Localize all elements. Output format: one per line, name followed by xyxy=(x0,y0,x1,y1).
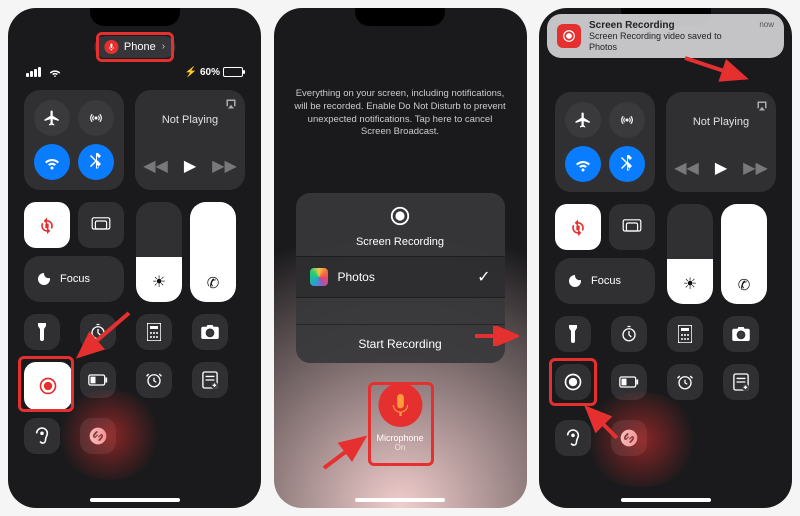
airplay-icon[interactable] xyxy=(756,100,768,112)
brightness-slider[interactable]: ☀ xyxy=(136,202,182,302)
moon-icon xyxy=(36,271,52,287)
calculator-tile[interactable] xyxy=(136,314,172,350)
media-title: Not Playing xyxy=(676,116,766,128)
record-disclaimer: Everything on your screen, including not… xyxy=(294,88,507,139)
media-title: Not Playing xyxy=(145,114,235,126)
rotation-lock-tile[interactable] xyxy=(24,202,70,248)
brightness-icon: ☀ xyxy=(152,272,166,292)
microphone-icon xyxy=(104,40,118,54)
media-player[interactable]: Not Playing ◀◀ ▶ ▶▶ xyxy=(135,90,245,190)
start-recording-button[interactable]: Start Recording xyxy=(296,324,505,363)
play-icon[interactable]: ▶ xyxy=(184,156,196,176)
screen-record-tile[interactable] xyxy=(24,362,72,410)
hearing-tile[interactable] xyxy=(555,420,591,456)
connectivity-cluster xyxy=(555,92,655,192)
airplay-icon[interactable] xyxy=(225,98,237,110)
phone-icon: ✆ xyxy=(738,276,751,294)
camera-tile[interactable] xyxy=(192,314,228,350)
screen-mirror-tile[interactable] xyxy=(78,202,124,248)
home-indicator[interactable] xyxy=(621,498,711,502)
phone-screenshot-1: Phone › ⚡ 60% xyxy=(8,8,261,508)
notch xyxy=(355,8,445,26)
record-destination-row[interactable]: Photos ✓ xyxy=(296,256,505,298)
camera-tile[interactable] xyxy=(723,316,759,352)
notification-banner[interactable]: Screen Recording Screen Recording video … xyxy=(547,14,784,58)
mic-state: On xyxy=(376,443,423,452)
microphone-toggle[interactable]: Microphone On xyxy=(376,383,423,452)
wifi-toggle[interactable] xyxy=(565,146,601,182)
calculator-tile[interactable] xyxy=(667,316,703,352)
record-app-icon xyxy=(557,24,581,48)
phone-screenshot-2: Everything on your screen, including not… xyxy=(274,8,527,508)
battery-indicator: ⚡ 60% xyxy=(185,67,243,78)
focus-tile[interactable]: Focus xyxy=(555,258,655,304)
focus-tile[interactable]: Focus xyxy=(24,256,124,302)
next-track-icon[interactable]: ▶▶ xyxy=(212,156,237,176)
signal-icon xyxy=(26,67,41,77)
airplane-toggle[interactable] xyxy=(34,100,70,136)
screen-mirror-tile[interactable] xyxy=(609,204,655,250)
quick-note-tile[interactable] xyxy=(723,364,759,400)
notif-time: now xyxy=(759,20,774,29)
prev-track-icon[interactable]: ◀◀ xyxy=(674,158,699,178)
alarm-tile[interactable] xyxy=(136,362,172,398)
shazam-tile[interactable] xyxy=(611,420,647,456)
mic-label: Microphone xyxy=(376,433,423,443)
notif-title: Screen Recording xyxy=(589,20,751,32)
bluetooth-toggle[interactable] xyxy=(78,144,114,180)
prev-track-icon[interactable]: ◀◀ xyxy=(143,156,168,176)
screen-record-tile[interactable] xyxy=(555,364,591,400)
home-indicator[interactable] xyxy=(355,498,445,502)
volume-slider[interactable]: ✆ xyxy=(190,202,236,302)
low-power-tile[interactable] xyxy=(611,364,647,400)
airplane-toggle[interactable] xyxy=(565,102,601,138)
screen-recording-modal: Screen Recording Photos ✓ Start Recordin… xyxy=(296,193,505,363)
moon-icon xyxy=(567,273,583,289)
bluetooth-toggle[interactable] xyxy=(609,146,645,182)
focus-label: Focus xyxy=(591,275,621,287)
checkmark-icon: ✓ xyxy=(477,267,490,287)
active-app-pill[interactable]: Phone › xyxy=(94,36,175,58)
next-track-icon[interactable]: ▶▶ xyxy=(743,158,768,178)
airdrop-toggle[interactable] xyxy=(609,102,645,138)
quick-note-tile[interactable] xyxy=(192,362,228,398)
chevron-right-icon: › xyxy=(162,42,165,52)
timer-tile[interactable] xyxy=(611,316,647,352)
rotation-lock-tile[interactable] xyxy=(555,204,601,250)
low-power-tile[interactable] xyxy=(80,362,116,398)
media-player[interactable]: Not Playing ◀◀ ▶ ▶▶ xyxy=(666,92,776,192)
shazam-tile[interactable] xyxy=(80,418,116,454)
alarm-tile[interactable] xyxy=(667,364,703,400)
pill-label: Phone xyxy=(124,41,156,53)
phone-screenshot-3: Screen Recording Screen Recording video … xyxy=(539,8,792,508)
photos-app-icon xyxy=(310,268,328,286)
wifi-icon xyxy=(48,67,62,77)
airdrop-toggle[interactable] xyxy=(78,100,114,136)
brightness-slider[interactable]: ☀ xyxy=(667,204,713,304)
destination-label: Photos xyxy=(338,270,468,284)
notif-body: Screen Recording video saved to Photos xyxy=(589,31,751,52)
play-icon[interactable]: ▶ xyxy=(715,158,727,178)
modal-title: Screen Recording xyxy=(296,236,505,248)
focus-label: Focus xyxy=(60,273,90,285)
hearing-tile[interactable] xyxy=(24,418,60,454)
connectivity-cluster xyxy=(24,90,124,190)
phone-icon: ✆ xyxy=(207,274,220,292)
brightness-icon: ☀ xyxy=(683,274,697,294)
timer-tile[interactable] xyxy=(80,314,116,350)
flashlight-tile[interactable] xyxy=(555,316,591,352)
record-icon xyxy=(389,205,411,227)
flashlight-tile[interactable] xyxy=(24,314,60,350)
notch xyxy=(90,8,180,26)
volume-slider[interactable]: ✆ xyxy=(721,204,767,304)
wifi-toggle[interactable] xyxy=(34,144,70,180)
home-indicator[interactable] xyxy=(90,498,180,502)
